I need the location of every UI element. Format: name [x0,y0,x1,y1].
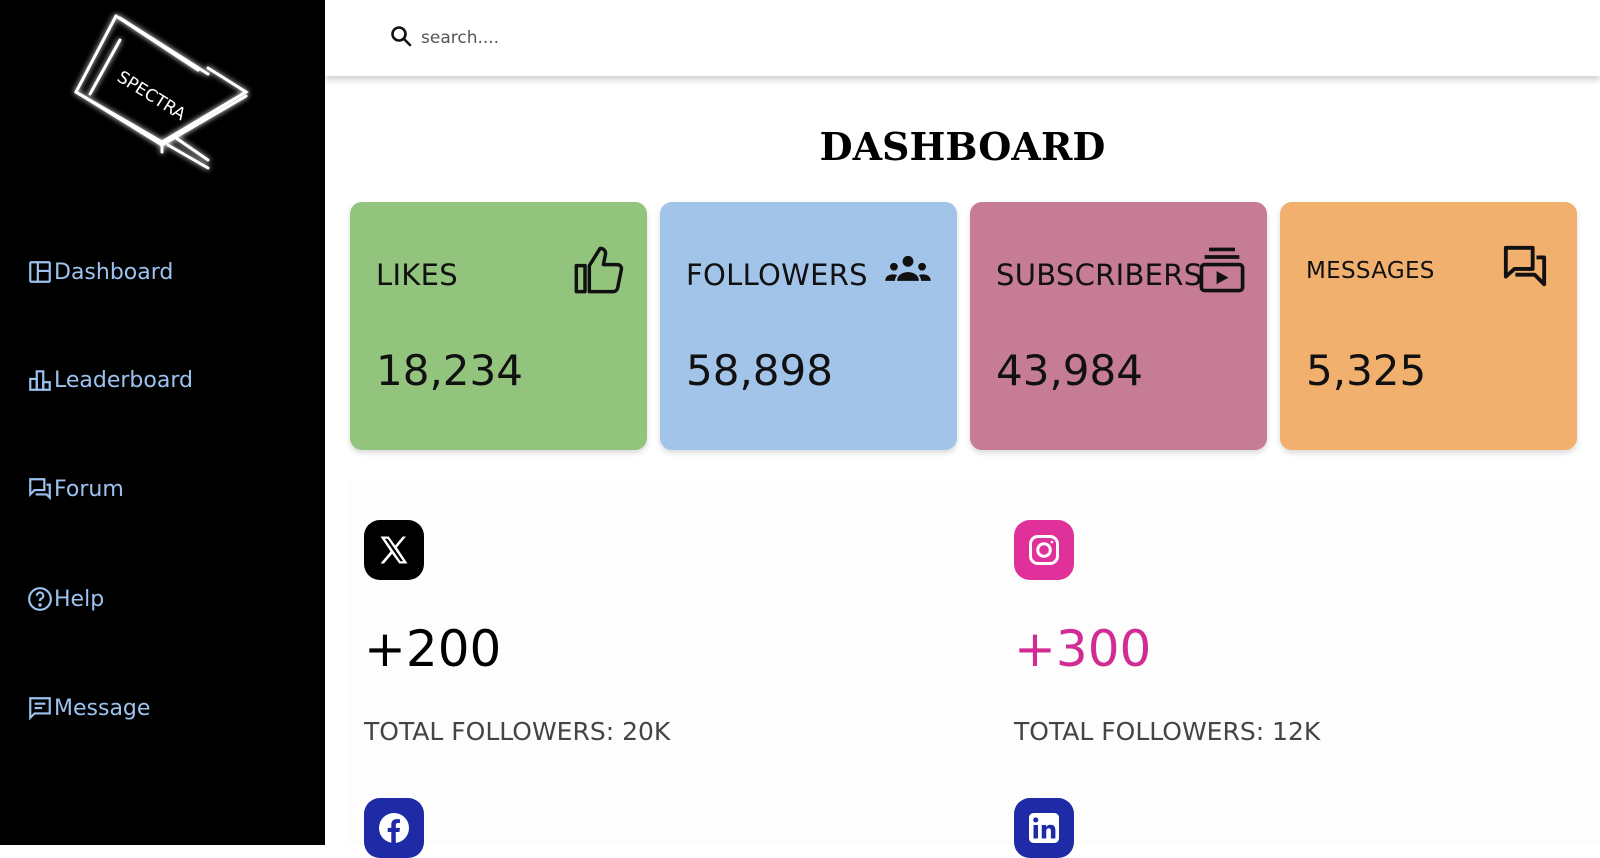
x-total-followers: TOTAL FOLLOWERS: 20K [364,717,671,746]
thumbs-up-icon [572,244,624,296]
forum-icon [26,475,54,503]
help-icon [26,585,54,613]
sidebar-item-label: Dashboard [54,259,174,285]
card-value: 18,234 [376,346,523,395]
sidebar-item-message[interactable]: Message [26,693,150,723]
spectra-logo[interactable]: SPECTRA [68,10,258,175]
linkedin-icon[interactable] [1014,798,1074,858]
likes-card[interactable]: LIKES 18,234 [350,202,647,450]
page-title: DASHBOARD [819,124,1106,169]
logo-text: SPECTRA [113,67,189,125]
message-icon [26,694,54,722]
card-label: MESSAGES [1306,258,1435,284]
sidebar-item-leaderboard[interactable]: Leaderboard [26,365,193,395]
social-followers-panel: +200 TOTAL FOLLOWERS: 20K +300 TOTAL FOL… [347,480,1600,858]
sidebar-item-label: Leaderboard [54,367,193,393]
chat-icon [1502,244,1548,290]
sidebar: SPECTRA Dashboard Leaderboard Forum Help… [0,0,325,845]
sidebar-item-forum[interactable]: Forum [26,474,124,504]
sidebar-item-help[interactable]: Help [26,584,104,614]
top-bar [325,0,1600,76]
sidebar-item-label: Forum [54,476,124,502]
sidebar-item-label: Help [54,586,105,612]
subscriptions-icon [1196,244,1248,296]
card-label: LIKES [376,258,458,292]
subscribers-card[interactable]: SUBSCRIBERS 43,984 [970,202,1267,450]
x-follower-delta: +200 [364,620,502,678]
leaderboard-icon [26,366,54,394]
followers-card[interactable]: FOLLOWERS 58,898 [660,202,957,450]
instagram-icon[interactable] [1014,520,1074,580]
card-label: SUBSCRIBERS [996,258,1203,292]
instagram-follower-delta: +300 [1014,620,1152,678]
search-input[interactable] [419,22,923,54]
messages-card[interactable]: MESSAGES 5,325 [1280,202,1577,450]
facebook-icon[interactable] [364,798,424,858]
card-value: 5,325 [1306,346,1427,395]
sidebar-item-dashboard[interactable]: Dashboard [26,257,173,287]
dashboard-icon [26,258,54,286]
card-value: 58,898 [686,346,833,395]
people-icon [882,244,934,296]
x-icon[interactable] [364,520,424,580]
card-label: FOLLOWERS [686,258,868,292]
sidebar-item-label: Message [54,695,151,721]
card-value: 43,984 [996,346,1143,395]
search-icon[interactable] [389,24,413,48]
instagram-total-followers: TOTAL FOLLOWERS: 12K [1014,717,1321,746]
